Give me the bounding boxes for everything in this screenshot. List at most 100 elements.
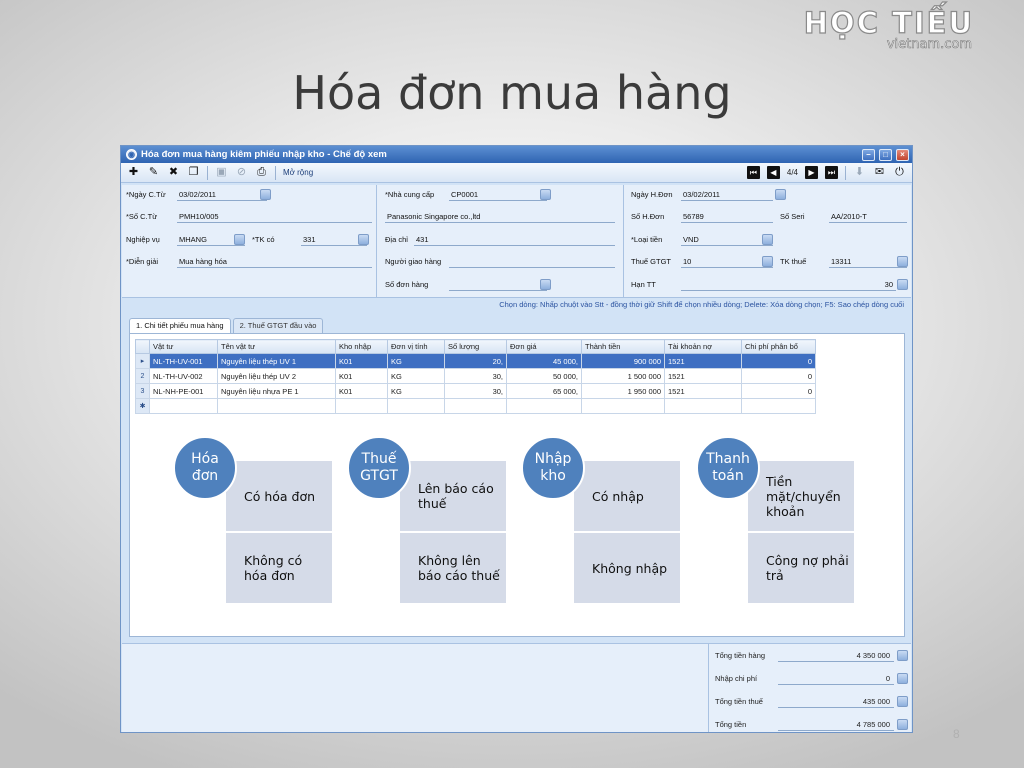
save-icon[interactable]: ▣ <box>215 166 228 179</box>
edit-icon[interactable]: ✎ <box>147 166 160 179</box>
app-window: ◉ Hóa đơn mua hàng kiêm phiếu nhập kho -… <box>120 145 913 733</box>
toolbar-divider <box>845 165 846 180</box>
dropdown-icon[interactable] <box>897 673 908 684</box>
dropdown-icon[interactable] <box>897 279 908 290</box>
cancel-icon[interactable]: ⊘ <box>235 166 248 179</box>
total-row: Tổng tiền hàng 4 350 000 <box>715 649 908 663</box>
dia-chi-input[interactable]: 431 <box>414 233 615 246</box>
tab-chi-tiet[interactable]: 1. Chi tiết phiếu mua hàng <box>129 318 231 333</box>
total-row: Nhập chi phí 0 <box>715 672 908 686</box>
so-ct-input[interactable]: PMH10/005 <box>177 210 372 223</box>
ncc-name-input[interactable]: Panasonic Singapore co.,ltd <box>385 210 615 223</box>
nguoi-giao-input[interactable] <box>449 255 615 268</box>
diagram-option-top: Có nhập <box>574 461 680 531</box>
prev-record-icon[interactable]: ◀ <box>766 166 780 179</box>
tk-thue-input[interactable]: 13311 <box>829 255 907 268</box>
grid-hint-text: Chọn dòng: Nhấp chuột vào Stt - đồng thờ… <box>499 300 904 309</box>
loai-tien-input[interactable]: VND <box>681 233 773 246</box>
ncc-label: *Nhà cung cấp <box>385 190 435 199</box>
record-counter: 4/4 <box>786 168 798 177</box>
total-row: Tổng tiền thuế 435 000 <box>715 695 908 709</box>
so-don-hang-label: Số đơn hàng <box>385 280 429 289</box>
diagram-option-bottom: Không lên báo cáo thuế <box>400 533 506 603</box>
nguoi-giao-field: Người giao hàng <box>385 255 615 269</box>
dropdown-icon[interactable] <box>762 234 773 245</box>
ngay-hd-label: Ngày H.Đơn <box>631 190 673 199</box>
ncc-input[interactable]: CP0001 <box>449 188 547 201</box>
total-row: Tổng tiền 4 785 000 <box>715 718 908 732</box>
page-number: 8 <box>953 727 960 741</box>
loai-tien-label: *Loại tiền <box>631 235 663 244</box>
total-value[interactable]: 4 350 000 <box>778 649 894 662</box>
ngay-ct-label: *Ngày C.Từ <box>126 190 166 199</box>
logo-subtext: vietnam.com <box>886 37 973 53</box>
expand-button[interactable]: Mở rộng <box>283 168 313 177</box>
ngay-hd-input[interactable]: 03/02/2011 <box>681 188 773 201</box>
so-ct-field: *Số C.Từ PMH10/005 <box>126 210 372 224</box>
total-value[interactable]: 4 785 000 <box>778 718 894 731</box>
so-hd-input[interactable]: 56789 <box>681 210 773 223</box>
so-seri-label: Số Seri <box>780 212 805 221</box>
toolbar-divider <box>207 165 208 180</box>
close-icon[interactable]: × <box>896 148 909 161</box>
comment-icon[interactable]: ✉ <box>873 166 886 179</box>
so-don-hang-input[interactable] <box>449 278 547 291</box>
dropdown-icon[interactable] <box>358 234 369 245</box>
dropdown-icon[interactable] <box>897 719 908 730</box>
total-value[interactable]: 435 000 <box>778 695 894 708</box>
power-icon[interactable]: ⏻ <box>893 166 906 179</box>
calendar-dropdown-icon[interactable] <box>260 189 271 200</box>
thue-gtgt-field: Thuế GTGT 10 <box>631 255 773 269</box>
logo-text: HỌC TIẾU <box>803 5 974 40</box>
ncc-field: *Nhà cung cấp CP0001 <box>385 188 551 202</box>
next-record-icon[interactable]: ▶ <box>805 166 818 179</box>
copy-icon[interactable]: ❐ <box>187 166 200 179</box>
so-ct-label: *Số C.Từ <box>126 212 158 221</box>
dropdown-icon[interactable] <box>234 234 245 245</box>
toolbar-divider <box>275 165 276 180</box>
dien-giai-label: *Diễn giải <box>126 257 159 266</box>
loai-tien-field: *Loại tiền VND <box>631 233 773 247</box>
dien-giai-input[interactable]: Mua hàng hóa <box>177 255 372 268</box>
dia-chi-field: Địa chỉ 431 <box>385 233 615 247</box>
so-seri-input[interactable]: AA/2010-T <box>829 210 907 223</box>
nghiep-vu-field: Nghiệp vụ MHANG <box>126 233 245 247</box>
dropdown-icon[interactable] <box>540 189 551 200</box>
print-icon[interactable]: ⎙ <box>255 166 268 179</box>
dien-giai-field: *Diễn giải Mua hàng hóa <box>126 255 372 269</box>
calendar-dropdown-icon[interactable] <box>775 189 786 200</box>
dropdown-icon[interactable] <box>540 279 551 290</box>
dropdown-icon[interactable] <box>762 256 773 267</box>
total-label: Tổng tiền <box>715 720 747 729</box>
diagram-circle: Nhập kho <box>521 436 585 500</box>
toolbar: ✚ ✎ ✖ ❐ ▣ ⊘ ⎙ Mở rộng ⏮ ◀ 4/4 ▶ ⏭ ⬇ ✉ ⏻ <box>121 163 912 183</box>
dropdown-icon[interactable] <box>897 256 908 267</box>
form-column-3: Ngày H.Đơn 03/02/2011 Số H.Đơn 56789 Số … <box>627 185 912 298</box>
ngay-ct-field: *Ngày C.Từ 03/02/2011 <box>126 188 271 202</box>
app-icon: ◉ <box>126 149 137 160</box>
window-title: Hóa đơn mua hàng kiêm phiếu nhập kho - C… <box>141 149 387 160</box>
dropdown-icon[interactable] <box>897 696 908 707</box>
nguoi-giao-label: Người giao hàng <box>385 257 442 266</box>
tab-thue-gtgt[interactable]: 2. Thuế GTGT đầu vào <box>232 318 324 333</box>
delete-icon[interactable]: ✖ <box>167 166 180 179</box>
new-icon[interactable]: ✚ <box>127 166 140 179</box>
diagram-circle: Thuế GTGT <box>347 436 411 500</box>
han-tt-field: Hạn TT 30 <box>631 278 908 292</box>
download-icon[interactable]: ⬇ <box>853 166 866 179</box>
dropdown-icon[interactable] <box>897 650 908 661</box>
minimize-icon[interactable]: – <box>862 148 875 161</box>
diagram-circle: Thanh toán <box>696 436 760 500</box>
tk-thue-field: TK thuế 13311 <box>780 255 908 269</box>
ngay-ct-input[interactable]: 03/02/2011 <box>177 188 267 201</box>
tk-co-label: *TK có <box>252 235 275 244</box>
first-record-icon[interactable]: ⏮ <box>746 166 760 179</box>
last-record-icon[interactable]: ⏭ <box>825 166 838 179</box>
form-column-1: *Ngày C.Từ 03/02/2011 *Số C.Từ PMH10/005… <box>122 185 377 298</box>
total-value[interactable]: 0 <box>778 672 894 685</box>
thue-gtgt-input[interactable]: 10 <box>681 255 773 268</box>
han-tt-input[interactable]: 30 <box>681 278 896 291</box>
logo: HỌC TIẾU vietnam.com <box>800 5 980 54</box>
dia-chi-label: Địa chỉ <box>385 235 408 244</box>
maximize-icon[interactable]: □ <box>879 148 892 161</box>
